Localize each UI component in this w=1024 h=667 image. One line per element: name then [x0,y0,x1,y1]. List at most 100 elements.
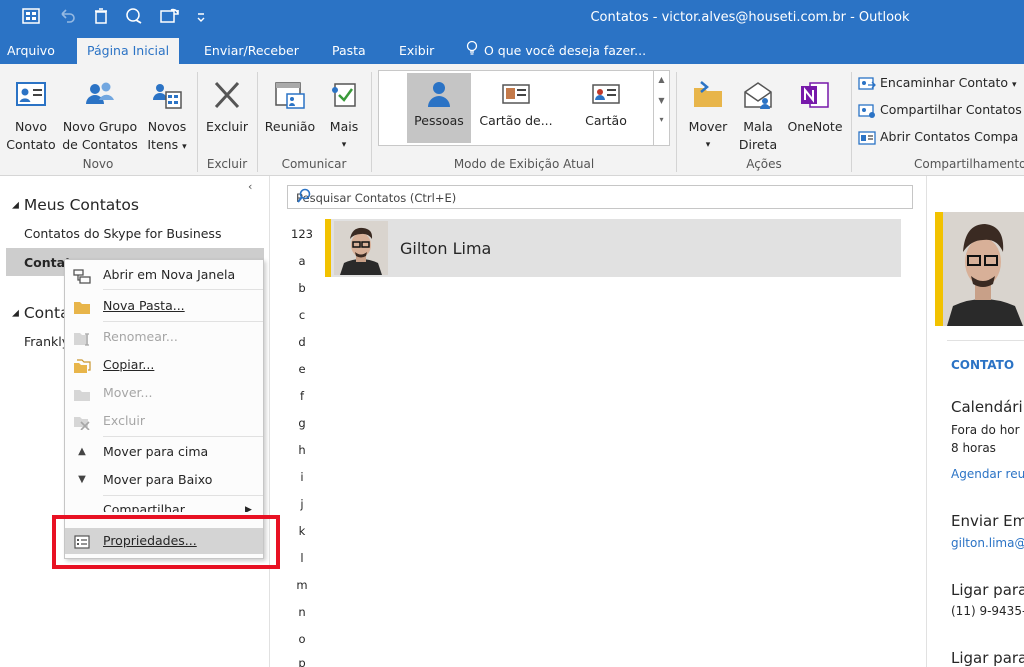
person-icon [424,79,454,109]
menu-item-mover-para-baixo[interactable]: ▼ Mover para Baixo [65,467,263,493]
schedule-meeting-link[interactable]: Agendar reu [951,467,1024,481]
tab-pasta[interactable]: Pasta [332,38,366,64]
contact-section-tab[interactable]: CONTATO [951,358,1014,372]
meeting-icon [273,78,307,112]
index-letter[interactable]: m [290,578,314,592]
menu-item-abrir-nova-janela[interactable]: Abrir em Nova Janela [65,262,263,288]
tab-exibir[interactable]: Exibir [399,38,434,64]
send-receive-icon[interactable] [160,7,182,29]
contact-name: Gilton Lima [400,239,492,258]
gallery-more-icon[interactable]: ▾ [654,115,669,124]
dropdown-arrow-icon: ▾ [705,140,711,150]
excluir-button[interactable]: Excluir [203,78,251,136]
delete-x-icon [210,78,244,112]
index-letter[interactable]: i [290,470,314,484]
reuniao-button[interactable]: Reunião [262,78,318,136]
mala-direta-button[interactable]: Mala Direta [736,78,780,154]
menu-item-nova-pasta[interactable]: Nova Pasta... [65,293,263,319]
mais-label: Mais [329,119,359,134]
pane-divider [947,340,1024,341]
tab-enviar-receber[interactable]: Enviar/Receber [204,38,299,64]
mala-direta-label-1: Mala [743,119,773,134]
trash-icon[interactable] [92,7,114,29]
profile-photo [943,212,1024,326]
folder-frankly[interactable]: Frankly [24,334,69,349]
index-letter[interactable]: a [290,254,314,268]
menu-item-excluir: Excluir [65,408,263,434]
index-letter[interactable]: n [290,605,314,619]
search-input[interactable]: Pesquisar Contatos (Ctrl+E) [287,185,913,209]
dropdown-arrow-icon: ▾ [182,142,187,152]
folder-group-meus-contatos[interactable]: ◢ Meus Contatos [12,196,139,214]
tab-arquivo[interactable]: Arquivo [7,38,55,64]
folder-skype-contatos[interactable]: Contatos do Skype for Business [24,226,221,241]
mover-button[interactable]: Mover ▾ [684,78,732,154]
novos-itens-button[interactable]: Novos Itens ▾ [143,78,191,156]
undo-icon[interactable] [58,7,80,29]
menu-label: Abrir em Nova Janela [103,267,236,282]
view-cartao-de-visita[interactable]: Cartão de... [475,73,557,143]
new-folder-icon [73,298,91,314]
menu-label: Nova Pasta... [103,298,185,313]
menu-separator [103,495,263,496]
search-icon[interactable] [296,188,902,207]
encaminhar-contato-button[interactable]: Encaminhar Contato ▾ [858,73,1017,93]
mais-button[interactable]: Mais ▾ [322,78,366,154]
mala-direta-label-2: Direta [738,137,778,152]
index-letter[interactable]: j [290,497,314,511]
ribbon: Novo Contato Novo Grupo de Contatos Novo… [0,64,1024,176]
menu-item-mover-para-cima[interactable]: ▲ Mover para cima [65,439,263,465]
delete-folder-icon [73,413,91,431]
abrir-label: Abrir Contatos Compa [880,129,1019,144]
index-letter[interactable]: k [290,524,314,538]
scroll-down-icon[interactable]: ▼ [654,96,669,105]
view-cartao[interactable]: Cartão [565,73,647,143]
index-letter[interactable]: g [290,416,314,430]
index-letter[interactable]: d [290,335,314,349]
novos-itens-label-2: Itens ▾ [147,137,187,152]
onenote-button[interactable]: OneNote [784,78,846,136]
index-letter[interactable]: b [290,281,314,295]
share-contacts-icon [858,103,875,118]
group-label-modo-exibicao: Modo de Exibição Atual [453,157,595,171]
reply-icon[interactable] [124,7,146,29]
abrir-contatos-compartilhados-button[interactable]: Abrir Contatos Compa [858,127,1018,147]
index-letter[interactable]: e [290,362,314,376]
index-123[interactable]: 123 [290,227,314,241]
folder-group-contatos[interactable]: ◢ Conta [12,304,70,322]
expand-triangle-icon: ◢ [12,200,19,211]
index-letter[interactable]: p [290,656,314,667]
availability-text: Fora do hor [951,423,1020,437]
customize-toolbar-icon[interactable] [196,9,218,31]
menu-separator [103,321,263,322]
gallery-scroll[interactable]: ▲ ▼ ▾ [653,71,669,145]
group-separator [676,72,677,172]
tell-me-box[interactable]: O que você deseja fazer... [466,38,646,64]
index-letter[interactable]: h [290,443,314,457]
index-letter[interactable]: c [290,308,314,322]
menu-item-compartilhar[interactable]: Compartilhar ▶ [65,498,263,512]
dropdown-arrow-icon: ▾ [1012,80,1017,90]
phone-number[interactable]: (11) 9-9435- [951,604,1024,618]
contact-accent-bar [325,219,331,277]
view-pessoas[interactable]: Pessoas [407,73,471,143]
collapse-pane-icon[interactable]: ‹ [248,180,252,193]
index-letter[interactable]: l [290,551,314,565]
menu-item-copiar[interactable]: Copiar... [65,352,263,378]
scroll-up-icon[interactable]: ▲ [654,75,669,84]
compartilhar-contatos-button[interactable]: Compartilhar Contatos [858,100,1022,120]
outlook-app-icon[interactable] [22,7,44,29]
novo-grupo-button[interactable]: Novo Grupo de Contatos [60,78,140,154]
contact-group-icon [83,78,117,112]
tab-pagina-inicial[interactable]: Página Inicial [77,38,180,64]
onenote-label: OneNote [787,119,843,134]
encaminhar-label: Encaminhar Contato [880,75,1009,90]
menu-separator [103,436,263,437]
index-letter[interactable]: o [290,632,314,646]
availability-hours: 8 horas [951,441,996,455]
index-letter[interactable]: f [290,389,314,403]
forward-contact-icon [858,76,876,90]
novo-contato-button[interactable]: Novo Contato [4,78,58,154]
contact-list-item[interactable]: Gilton Lima [325,219,901,277]
email-link[interactable]: gilton.lima@ [951,536,1024,550]
